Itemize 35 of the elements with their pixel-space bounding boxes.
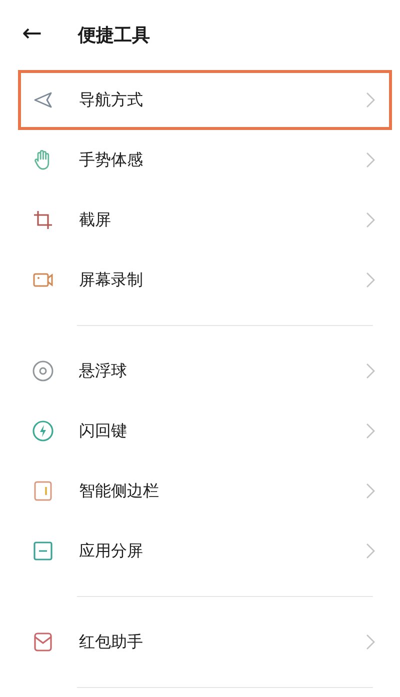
row-label: 悬浮球	[79, 360, 128, 382]
settings-row[interactable]: 智能侧边栏	[18, 461, 392, 521]
row-label: 手势体感	[79, 150, 144, 170]
envelope-icon	[32, 631, 54, 653]
settings-row[interactable]: 导航方式	[18, 70, 392, 130]
chevron-right-icon	[366, 543, 375, 559]
settings-row[interactable]: 屏幕录制	[18, 250, 392, 310]
lightning-circle-icon	[32, 420, 54, 442]
settings-row[interactable]: 手势体感	[18, 130, 392, 190]
settings-row[interactable]: 截屏	[18, 190, 392, 250]
chevron-right-icon	[366, 483, 375, 499]
row-label: 屏幕录制	[79, 270, 144, 290]
floating-ball-icon	[32, 360, 54, 382]
split-screen-icon	[32, 540, 54, 562]
chevron-right-icon	[366, 92, 375, 108]
page-title: 便捷工具	[78, 24, 150, 47]
chevron-right-icon	[366, 272, 375, 288]
row-label: 智能侧边栏	[79, 480, 160, 502]
chevron-right-icon	[366, 152, 375, 168]
chevron-right-icon	[366, 423, 375, 439]
settings-row[interactable]: 悬浮球	[18, 341, 392, 401]
sidebar-icon	[32, 480, 54, 502]
row-label: 导航方式	[79, 90, 144, 110]
row-label: 红包助手	[79, 632, 144, 652]
settings-row[interactable]: 应用分屏	[18, 521, 392, 581]
row-label: 截屏	[79, 210, 112, 230]
back-button[interactable]: ←	[22, 21, 56, 45]
chevron-right-icon	[366, 212, 375, 228]
crop-icon	[32, 209, 54, 231]
settings-row[interactable]: 红包助手	[18, 612, 392, 672]
chevron-right-icon	[366, 363, 375, 379]
settings-row[interactable]: 闪回键	[18, 401, 392, 461]
chevron-right-icon	[366, 634, 375, 650]
row-label: 应用分屏	[79, 540, 144, 562]
row-label: 闪回键	[79, 420, 128, 442]
